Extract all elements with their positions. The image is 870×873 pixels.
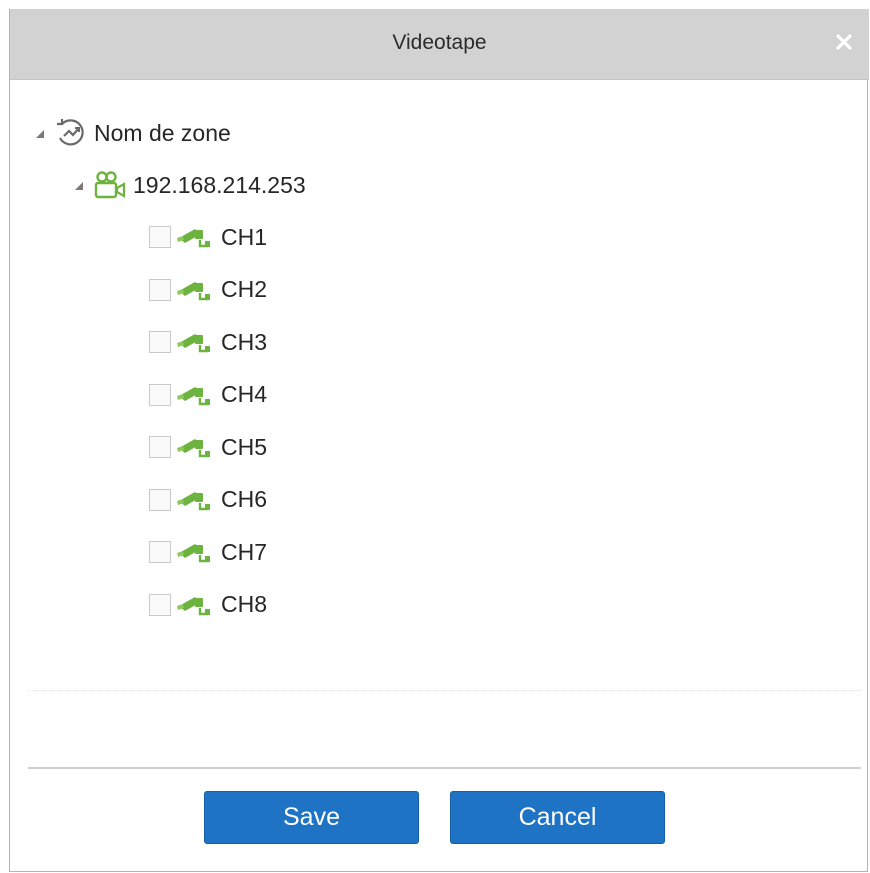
tree-node-channel[interactable]: CH7 [149, 532, 267, 572]
camera-icon [175, 488, 213, 512]
tree-node-channel[interactable]: CH1 [149, 217, 267, 257]
videotape-dialog: Videotape Nom de zone 192.168.214.253 CH… [9, 9, 869, 872]
channel-label[interactable]: CH3 [221, 329, 267, 356]
tree-node-channel[interactable]: CH3 [149, 322, 267, 362]
channel-label[interactable]: CH6 [221, 486, 267, 513]
channel-label[interactable]: CH7 [221, 539, 267, 566]
channel-label[interactable]: CH1 [221, 224, 267, 251]
camera-icon [175, 540, 213, 564]
video-device-icon [93, 170, 127, 200]
divider [28, 690, 861, 691]
tree-expand-icon[interactable] [34, 127, 46, 139]
channel-checkbox[interactable] [149, 436, 171, 458]
camera-icon [175, 330, 213, 354]
channel-checkbox[interactable] [149, 541, 171, 563]
channel-checkbox[interactable] [149, 278, 171, 301]
cancel-button[interactable]: Cancel [450, 791, 665, 844]
device-label[interactable]: 192.168.214.253 [133, 172, 306, 199]
tree-node-device[interactable]: 192.168.214.253 [73, 165, 306, 205]
camera-icon [175, 435, 213, 459]
tree-node-channel[interactable]: CH4 [149, 375, 267, 415]
channel-label[interactable]: CH4 [221, 381, 267, 408]
camera-icon [175, 593, 213, 617]
channel-checkbox[interactable] [149, 593, 171, 616]
tree-expand-icon[interactable] [73, 179, 85, 191]
camera-icon [175, 278, 213, 302]
camera-icon [175, 383, 213, 407]
camera-icon [175, 225, 213, 249]
tree-node-zone[interactable]: Nom de zone [34, 113, 231, 153]
tree-node-channel[interactable]: CH2 [149, 270, 267, 310]
channel-label[interactable]: CH5 [221, 434, 267, 461]
dialog-titlebar: Videotape [10, 9, 869, 80]
tree-node-channel[interactable]: CH6 [149, 480, 267, 520]
zone-label[interactable]: Nom de zone [94, 120, 231, 147]
channel-checkbox[interactable] [149, 331, 171, 353]
tree-node-channel[interactable]: CH5 [149, 427, 267, 467]
channel-label[interactable]: CH2 [221, 276, 267, 303]
tree-node-channel[interactable]: CH8 [149, 585, 267, 625]
footer-divider [28, 767, 861, 769]
channel-label[interactable]: CH8 [221, 591, 267, 618]
dialog-title: Videotape [392, 31, 487, 54]
channel-checkbox[interactable] [149, 488, 171, 511]
channel-checkbox[interactable] [149, 383, 171, 406]
zone-icon [54, 116, 88, 150]
channel-checkbox[interactable] [149, 226, 171, 248]
save-button[interactable]: Save [204, 791, 419, 844]
close-icon[interactable] [833, 31, 855, 53]
